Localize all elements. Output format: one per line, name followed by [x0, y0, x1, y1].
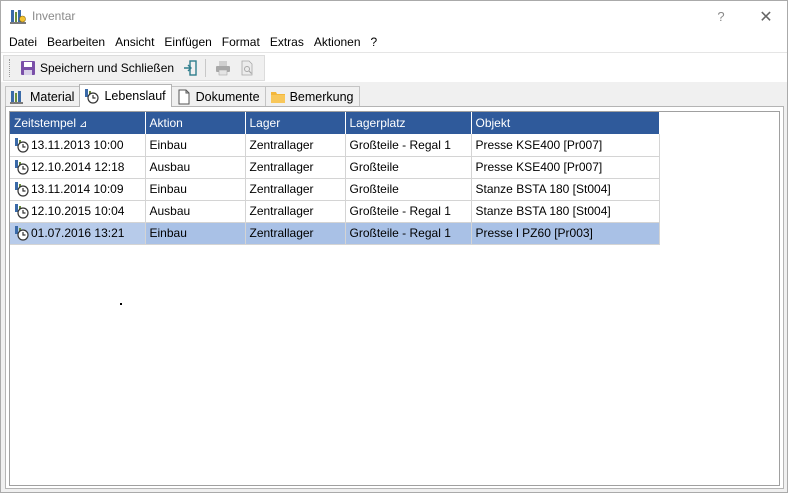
- toolbar: Speichern und Schließen: [1, 52, 787, 82]
- toolbar-strip: Speichern und Schließen: [3, 55, 265, 81]
- save-and-close-label: Speichern und Schließen: [40, 61, 175, 75]
- save-icon: [21, 61, 35, 75]
- help-button[interactable]: ?: [707, 1, 735, 32]
- lebenslauf-panel: Zeitstempel ⊿ Aktion Lager Lagerplatz Obj…: [5, 106, 784, 489]
- tab-material[interactable]: Material: [5, 86, 81, 106]
- close-button[interactable]: ✕: [749, 1, 783, 32]
- cell-objekt: Presse KSE400 [Pr007]: [471, 156, 660, 179]
- title-bar: Inventar ? ✕: [1, 1, 787, 32]
- cell-aktion: Einbau: [145, 222, 246, 245]
- sort-ascending-icon: ⊿: [79, 119, 88, 130]
- row-timestamp: 13.11.2013 10:00: [31, 137, 124, 152]
- inventar-window: Inventar ? ✕ Datei Bearbeiten Ansicht Ei…: [0, 0, 788, 493]
- history-entry-icon: [15, 204, 29, 219]
- cell-objekt: Stanze BSTA 180 [St004]: [471, 200, 660, 223]
- history-table: Zeitstempel ⊿ Aktion Lager Lagerplatz Obj…: [10, 112, 660, 245]
- menu-extras[interactable]: Extras: [265, 32, 309, 52]
- toolbar-grip[interactable]: [9, 59, 13, 77]
- history-entry-icon: [15, 226, 29, 241]
- table-row[interactable]: 13.11.2014 10:09 Einbau Zentrallager Gro…: [10, 178, 660, 201]
- menu-datei[interactable]: Datei: [4, 32, 42, 52]
- cell-lagerplatz: Großteile: [345, 156, 472, 179]
- column-header-lager[interactable]: Lager: [245, 112, 346, 134]
- column-header-zeitstempel[interactable]: Zeitstempel ⊿: [10, 112, 146, 134]
- column-label-zeitstempel: Zeitstempel: [14, 116, 77, 130]
- cell-lager: Zentrallager: [245, 134, 346, 157]
- cell-lager: Zentrallager: [245, 222, 346, 245]
- stray-pixel: [120, 303, 122, 305]
- cell-zeitstempel: 13.11.2014 10:09: [10, 178, 146, 201]
- cell-aktion: Ausbau: [145, 156, 246, 179]
- menu-help[interactable]: ?: [366, 32, 383, 52]
- menu-bar: Datei Bearbeiten Ansicht Einfügen Format…: [1, 32, 787, 52]
- print-preview-button[interactable]: [236, 57, 258, 79]
- cell-lagerplatz: Großteile - Regal 1: [345, 222, 472, 245]
- exit-icon: [184, 60, 197, 76]
- cell-zeitstempel: 12.10.2015 10:04: [10, 200, 146, 223]
- cell-objekt: Stanze BSTA 180 [St004]: [471, 178, 660, 201]
- menu-bearbeiten[interactable]: Bearbeiten: [42, 32, 110, 52]
- row-timestamp: 12.10.2015 10:04: [31, 204, 125, 218]
- material-icon: [10, 90, 23, 104]
- tab-lebenslauf[interactable]: Lebenslauf: [79, 84, 172, 107]
- tab-strip: Material Lebenslauf Dokumente Bemerkung: [5, 84, 360, 107]
- cell-zeitstempel: 01.07.2016 13:21: [10, 222, 146, 245]
- cell-lager: Zentrallager: [245, 200, 346, 223]
- history-entry-icon: [15, 182, 29, 197]
- cell-lagerplatz: Großteile - Regal 1: [345, 200, 472, 223]
- menu-einfuegen[interactable]: Einfügen: [159, 32, 216, 52]
- print-button[interactable]: [212, 57, 234, 79]
- grid-header-row: Zeitstempel ⊿ Aktion Lager Lagerplatz Obj…: [10, 112, 660, 134]
- cell-lagerplatz: Großteile: [345, 178, 472, 201]
- inventory-app-icon: [10, 10, 26, 24]
- cell-lager: Zentrallager: [245, 156, 346, 179]
- cell-zeitstempel: 12.10.2014 12:18: [10, 156, 146, 179]
- history-grid[interactable]: Zeitstempel ⊿ Aktion Lager Lagerplatz Obj…: [9, 111, 780, 486]
- cell-lagerplatz: Großteile - Regal 1: [345, 134, 472, 157]
- table-row[interactable]: 12.10.2014 12:18 Ausbau Zentrallager Gro…: [10, 156, 660, 179]
- column-header-lagerplatz[interactable]: Lagerplatz: [345, 112, 472, 134]
- toolbar-separator: [205, 59, 207, 77]
- row-timestamp: 01.07.2016 13:21: [31, 226, 125, 240]
- tab-label-bemerkung: Bemerkung: [289, 89, 354, 104]
- cell-objekt: Presse KSE400 [Pr007]: [471, 134, 660, 157]
- row-timestamp: 12.10.2014 12:18: [31, 160, 125, 174]
- tab-label-material: Material: [30, 89, 75, 104]
- cell-aktion: Einbau: [145, 134, 246, 157]
- print-preview-icon: [241, 60, 253, 76]
- table-row[interactable]: 13.11.2013 10:00 Einbau Zentrallager Gro…: [10, 134, 660, 157]
- cell-zeitstempel: 13.11.2013 10:00: [10, 134, 146, 157]
- tab-bemerkung[interactable]: Bemerkung: [264, 86, 360, 106]
- window-title: Inventar: [32, 9, 76, 23]
- document-icon: [178, 89, 190, 104]
- tab-dokumente[interactable]: Dokumente: [170, 86, 266, 106]
- history-icon: [85, 89, 100, 104]
- column-header-objekt[interactable]: Objekt: [471, 112, 660, 134]
- menu-ansicht[interactable]: Ansicht: [110, 32, 159, 52]
- exit-button[interactable]: [179, 57, 201, 79]
- print-icon: [216, 61, 231, 76]
- history-entry-icon: [15, 160, 29, 175]
- table-row-selected[interactable]: 01.07.2016 13:21 Einbau Zentrallager Gro…: [10, 222, 660, 245]
- table-row[interactable]: 12.10.2015 10:04 Ausbau Zentrallager Gro…: [10, 200, 660, 223]
- tab-label-lebenslauf: Lebenslauf: [104, 89, 166, 103]
- column-header-aktion[interactable]: Aktion: [145, 112, 246, 134]
- folder-icon: [270, 91, 285, 103]
- history-entry-icon: [15, 137, 29, 153]
- tab-label-dokumente: Dokumente: [195, 89, 260, 104]
- row-timestamp: 13.11.2014 10:09: [31, 182, 124, 196]
- cell-aktion: Einbau: [145, 178, 246, 201]
- save-and-close-button[interactable]: Speichern und Schließen: [17, 57, 177, 79]
- menu-format[interactable]: Format: [217, 32, 265, 52]
- cell-aktion: Ausbau: [145, 200, 246, 223]
- menu-aktionen[interactable]: Aktionen: [309, 32, 366, 52]
- cell-lager: Zentrallager: [245, 178, 346, 201]
- cell-objekt: Presse l PZ60 [Pr003]: [471, 222, 660, 245]
